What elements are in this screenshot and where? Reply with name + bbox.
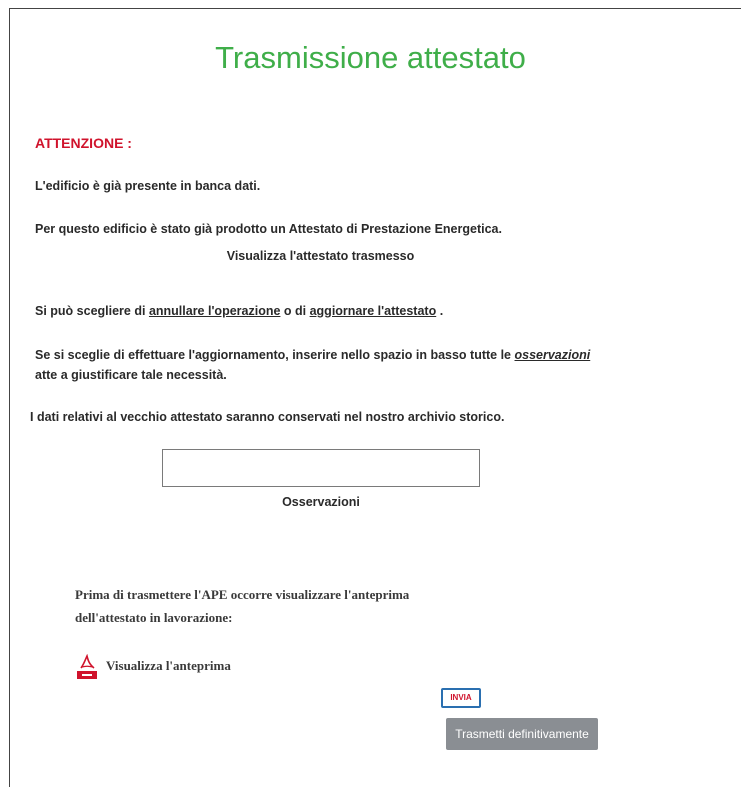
- choice-suffix: .: [436, 304, 444, 318]
- update-certificate-link[interactable]: aggiornare l'attestato: [310, 304, 437, 318]
- send-definitively-button[interactable]: Trasmetti definitivamente: [446, 718, 598, 750]
- invia-badge: INVIA: [441, 688, 481, 708]
- pdf-icon[interactable]: [76, 653, 98, 680]
- building-exists-text: L'edificio è già presente in banca dati.: [35, 179, 261, 193]
- update-prefix: Se si sceglie di effettuare l'aggiorname…: [35, 348, 515, 362]
- choice-prefix: Si può scegliere di: [35, 304, 149, 318]
- attention-heading: ATTENZIONE :: [35, 135, 132, 151]
- view-sent-certificate-link[interactable]: Visualizza l'attestato trasmesso: [0, 249, 641, 263]
- ape-exists-text: Per questo edificio è stato già prodotto…: [35, 222, 502, 236]
- observations-link[interactable]: osservazioni: [515, 348, 591, 362]
- view-preview-link[interactable]: Visualizza l'anteprima: [106, 658, 231, 674]
- preview-note-line2: dell'attestato in lavorazione:: [75, 610, 233, 625]
- update-instructions-text: Se si sceglie di effettuare l'aggiorname…: [35, 348, 590, 362]
- observations-input[interactable]: [162, 449, 480, 487]
- preview-note-line1: Prima di trasmettere l'APE occorre visua…: [75, 587, 410, 602]
- choice-mid: o di: [280, 304, 310, 318]
- observations-label: Osservazioni: [282, 495, 360, 509]
- update-instructions-line2: atte a giustificare tale necessità.: [35, 368, 227, 382]
- archive-note: I dati relativi al vecchio attestato sar…: [30, 410, 505, 424]
- page-title: Trasmissione attestato: [215, 40, 526, 75]
- cancel-operation-link[interactable]: annullare l'operazione: [149, 304, 280, 318]
- choice-text: Si può scegliere di annullare l'operazio…: [35, 304, 443, 318]
